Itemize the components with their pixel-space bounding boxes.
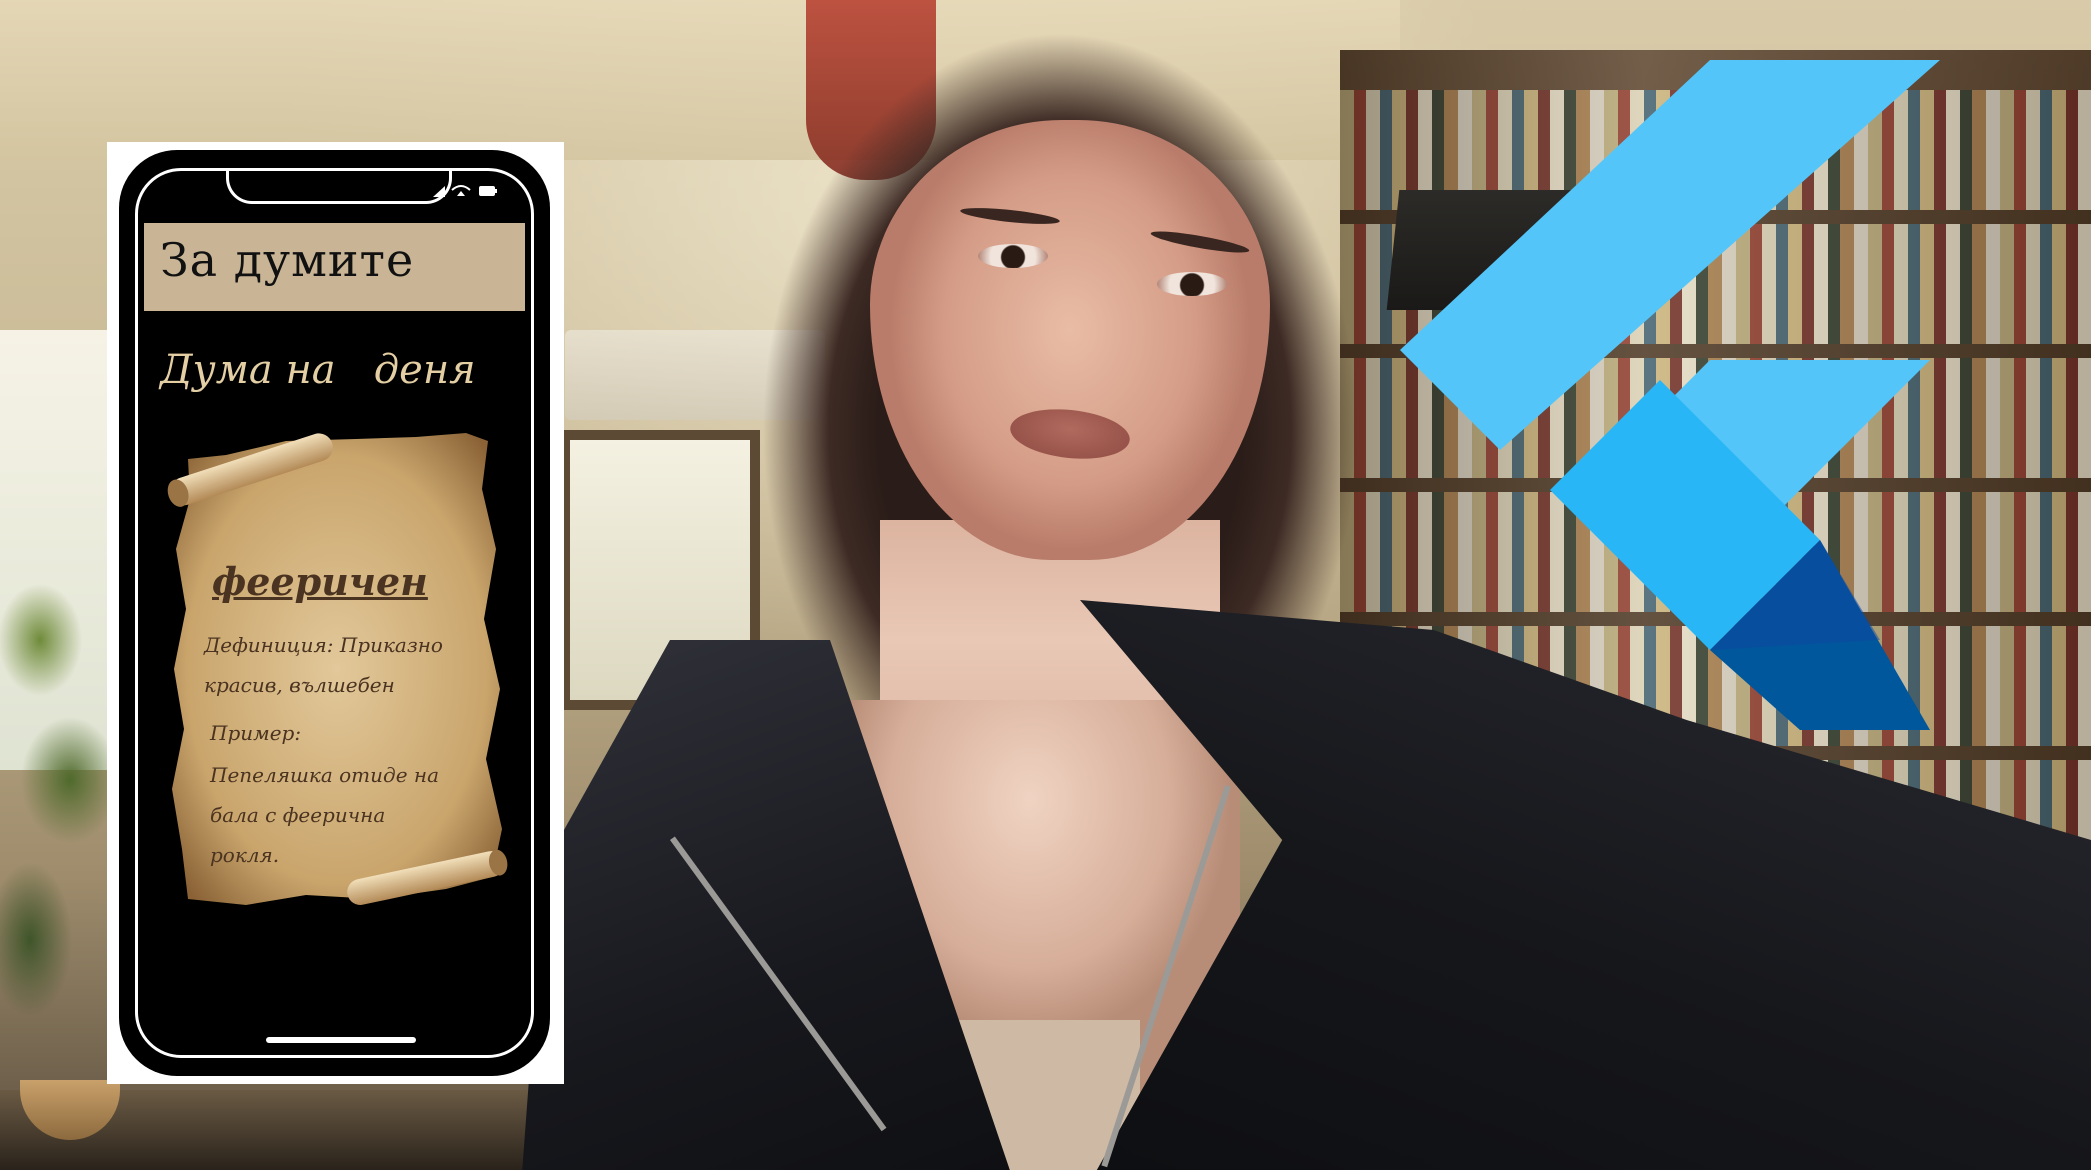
plants bbox=[0, 520, 115, 1080]
eye-left bbox=[978, 244, 1048, 268]
example-label: Пример: bbox=[210, 721, 302, 745]
eye-right bbox=[1157, 272, 1227, 296]
example-text: Пепеляшка отиде на бала с феерична рокля… bbox=[210, 763, 439, 867]
word-of-day-heading: Дума на деня bbox=[160, 347, 476, 393]
parchment-scroll-card[interactable]: фееричен Дефиниция: Приказно красив, въл… bbox=[166, 429, 512, 919]
word-definition: Дефиниция: Приказно красив, вълшебен bbox=[204, 633, 443, 697]
face bbox=[870, 120, 1270, 560]
battery-icon bbox=[479, 186, 497, 196]
home-indicator[interactable] bbox=[266, 1037, 416, 1043]
app-bar: За думите bbox=[144, 223, 525, 311]
status-bar bbox=[433, 185, 497, 197]
word-title: фееричен bbox=[212, 559, 428, 604]
app-title: За думите bbox=[160, 233, 415, 287]
phone-screen: За думите Дума на деня фееричен Дефиници… bbox=[135, 168, 534, 1058]
signal-icon bbox=[433, 186, 445, 197]
phone-notch bbox=[226, 171, 452, 204]
phone-mockup: За думите Дума на деня фееричен Дефиници… bbox=[107, 142, 564, 1084]
wifi-icon bbox=[451, 185, 471, 196]
phone-frame: За думите Дума на деня фееричен Дефиници… bbox=[119, 150, 550, 1076]
flutter-logo bbox=[1400, 60, 1940, 730]
